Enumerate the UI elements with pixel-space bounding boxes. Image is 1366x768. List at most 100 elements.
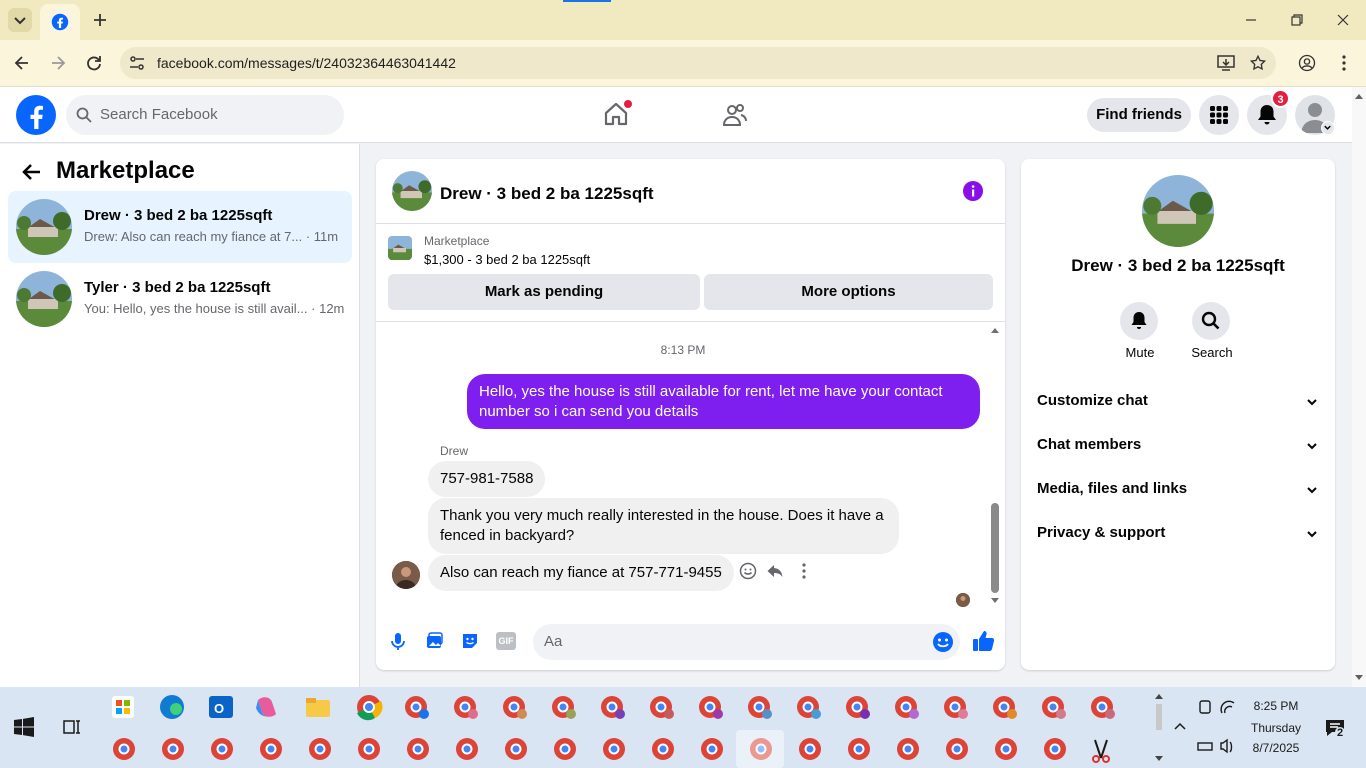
gif-button[interactable]: GIF bbox=[496, 632, 516, 650]
more-message-actions-button[interactable] bbox=[796, 562, 812, 580]
plus-icon bbox=[94, 14, 106, 26]
tray-status-icons bbox=[1197, 700, 1235, 754]
incoming-message-bubble[interactable]: Thank you very much really interested in… bbox=[428, 498, 899, 554]
voice-clip-button[interactable] bbox=[388, 631, 408, 651]
friends-nav-button[interactable] bbox=[721, 101, 749, 129]
listing-thumbnail[interactable] bbox=[388, 236, 412, 260]
conversation-name: Drew · 3 bed 2 ba 1225sqft bbox=[84, 207, 273, 224]
tab-search-button[interactable] bbox=[8, 8, 32, 32]
close-window-button[interactable] bbox=[1335, 12, 1351, 28]
svg-text:O: O bbox=[214, 701, 224, 716]
more-options-button[interactable]: More options bbox=[704, 274, 993, 310]
taskbar-active-highlight bbox=[736, 730, 784, 768]
minimize-icon bbox=[1246, 19, 1256, 21]
taskbar-row2-apps[interactable] bbox=[110, 737, 1120, 765]
tray-icons[interactable] bbox=[1195, 697, 1239, 757]
file-explorer-icon bbox=[306, 698, 330, 717]
details-thumbnail[interactable] bbox=[1142, 175, 1214, 247]
conversation-name: Tyler · 3 bed 2 ba 1225sqft bbox=[84, 279, 271, 296]
house-photo-icon bbox=[16, 271, 72, 327]
avatar-photo-icon bbox=[392, 561, 420, 589]
arrow-left-icon bbox=[14, 56, 28, 70]
message-input[interactable] bbox=[533, 624, 960, 660]
emoji-button[interactable] bbox=[932, 631, 954, 653]
send-like-button[interactable] bbox=[971, 629, 995, 653]
house-photo-icon bbox=[16, 199, 72, 255]
thumbs-up-icon bbox=[973, 631, 995, 651]
search-icon bbox=[76, 107, 92, 123]
url-text[interactable]: facebook.com/messages/t/2403236446304144… bbox=[157, 55, 456, 71]
customize-chat-row[interactable]: Customize chat bbox=[1037, 392, 1319, 409]
reply-button[interactable] bbox=[766, 562, 784, 580]
chat-scrollbar[interactable] bbox=[989, 323, 1001, 608]
friends-icon bbox=[722, 104, 747, 126]
notification-center-count: 2 bbox=[1335, 727, 1346, 739]
install-app-icon[interactable] bbox=[1216, 54, 1236, 72]
message-sender-name: Drew bbox=[440, 444, 469, 458]
back-to-marketplace-button[interactable] bbox=[20, 160, 44, 184]
mute-button[interactable] bbox=[1120, 302, 1158, 340]
page-scrollbar[interactable] bbox=[1352, 87, 1366, 687]
chat-header-thumbnail[interactable] bbox=[392, 171, 432, 211]
listing-divider bbox=[376, 321, 1005, 322]
facebook-logo[interactable] bbox=[16, 95, 56, 135]
clock-day[interactable]: Thursday bbox=[1244, 721, 1308, 735]
notification-badge: 3 bbox=[1271, 89, 1290, 108]
outgoing-message-bubble[interactable]: Hello, yes the house is still available … bbox=[467, 374, 980, 429]
sender-avatar[interactable] bbox=[392, 561, 420, 589]
conversation-info-button[interactable] bbox=[962, 180, 984, 202]
profile-icon[interactable] bbox=[1298, 54, 1316, 72]
attach-media-button[interactable] bbox=[424, 631, 444, 651]
new-tab-button[interactable] bbox=[90, 10, 110, 30]
search-icon bbox=[1201, 311, 1220, 330]
chevron-down-icon bbox=[1307, 443, 1317, 450]
search-label: Search bbox=[1191, 345, 1233, 360]
info-icon bbox=[963, 181, 983, 201]
house-photo-icon bbox=[392, 171, 432, 211]
media-files-links-row[interactable]: Media, files and links bbox=[1037, 480, 1319, 497]
tray-overflow-button[interactable] bbox=[1172, 719, 1188, 735]
reload-button[interactable] bbox=[84, 53, 104, 73]
chat-members-row[interactable]: Chat members bbox=[1037, 436, 1319, 453]
minimize-button[interactable] bbox=[1243, 12, 1259, 28]
conversation-thumbnail bbox=[16, 199, 72, 255]
chevron-down-icon bbox=[1307, 399, 1317, 406]
chevron-down-icon bbox=[1307, 531, 1317, 538]
incoming-message-bubble[interactable]: Also can reach my fiance at 757-771-9455 bbox=[428, 555, 734, 591]
listing-price[interactable]: $1,300 - 3 bed 2 ba 1225sqft bbox=[424, 252, 590, 267]
mark-as-pending-button[interactable]: Mark as pending bbox=[388, 274, 700, 310]
taskbar-scroll[interactable] bbox=[1152, 690, 1166, 766]
start-button[interactable] bbox=[14, 717, 34, 737]
back-button[interactable] bbox=[12, 53, 32, 73]
message-timestamp: 8:13 PM bbox=[660, 343, 706, 357]
mute-label: Mute bbox=[1125, 345, 1155, 360]
maximize-button[interactable] bbox=[1289, 12, 1305, 28]
site-info-icon[interactable] bbox=[128, 54, 146, 72]
sticker-icon bbox=[463, 634, 477, 648]
house-photo-icon bbox=[1142, 175, 1214, 247]
grid-menu-icon bbox=[1210, 106, 1228, 124]
task-view-button[interactable] bbox=[62, 717, 82, 737]
bookmark-star-icon[interactable] bbox=[1249, 54, 1267, 72]
incoming-message-bubble[interactable]: 757-981-7588 bbox=[428, 461, 546, 497]
forward-button[interactable] bbox=[48, 53, 68, 73]
menu-button[interactable] bbox=[1199, 95, 1239, 135]
react-button[interactable] bbox=[739, 562, 757, 580]
sticker-button[interactable] bbox=[460, 631, 480, 651]
bell-icon bbox=[1131, 312, 1147, 329]
chat-title[interactable]: Drew · 3 bed 2 ba 1225sqft bbox=[440, 184, 654, 204]
browser-menu-icon[interactable] bbox=[1336, 54, 1352, 72]
arrow-right-icon bbox=[52, 56, 66, 70]
clock-date[interactable]: 8/7/2025 bbox=[1244, 741, 1308, 755]
listing-source-label: Marketplace bbox=[424, 234, 490, 248]
arrow-left-icon bbox=[22, 164, 40, 180]
search-in-chat-button[interactable] bbox=[1192, 302, 1230, 340]
account-chevron[interactable] bbox=[1321, 121, 1335, 135]
find-friends-button[interactable]: Find friends bbox=[1087, 98, 1191, 132]
microphone-icon bbox=[391, 633, 405, 650]
house-photo-icon bbox=[388, 236, 412, 260]
clock-time[interactable]: 8:25 PM bbox=[1244, 699, 1308, 713]
privacy-support-row[interactable]: Privacy & support bbox=[1037, 524, 1319, 541]
active-tab[interactable] bbox=[40, 4, 80, 40]
edge-icon bbox=[160, 695, 184, 719]
